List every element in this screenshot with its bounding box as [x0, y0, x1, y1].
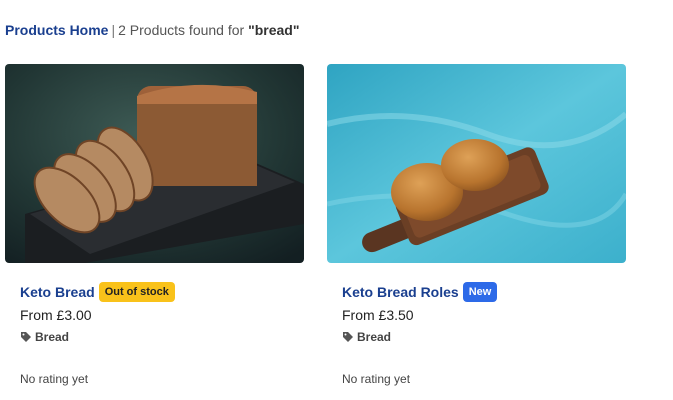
new-badge: New [462, 282, 498, 302]
breadcrumb-separator: | [111, 22, 116, 38]
breadcrumb: Products Home | 2 Products found for "brea… [5, 21, 299, 39]
category-tag[interactable]: Bread [20, 330, 304, 344]
product-price: From £3.00 [20, 307, 92, 323]
category-tag[interactable]: Bread [342, 330, 626, 344]
results-count-text: 2 Products found for [118, 22, 245, 38]
product-price: From £3.50 [342, 307, 414, 323]
category-label: Bread [35, 330, 70, 344]
product-card[interactable]: Keto Bread Out of stock From £3.00 Bread… [5, 64, 304, 386]
product-card[interactable]: Keto Bread Roles New From £3.50 Bread No… [327, 64, 626, 386]
product-title-link[interactable]: Keto Bread Roles [342, 284, 459, 300]
products-home-link[interactable]: Products Home [5, 22, 108, 38]
product-image-keto-bread[interactable] [5, 64, 304, 263]
search-query: "bread" [248, 22, 300, 38]
tag-icon [21, 332, 31, 342]
rating-text: No rating yet [20, 372, 89, 386]
tag-icon [343, 332, 353, 342]
product-title-link[interactable]: Keto Bread [20, 284, 95, 300]
out-of-stock-badge: Out of stock [98, 282, 175, 302]
product-image-keto-bread-roles[interactable] [327, 64, 626, 263]
rating-text: No rating yet [342, 372, 411, 386]
category-label: Bread [357, 330, 392, 344]
